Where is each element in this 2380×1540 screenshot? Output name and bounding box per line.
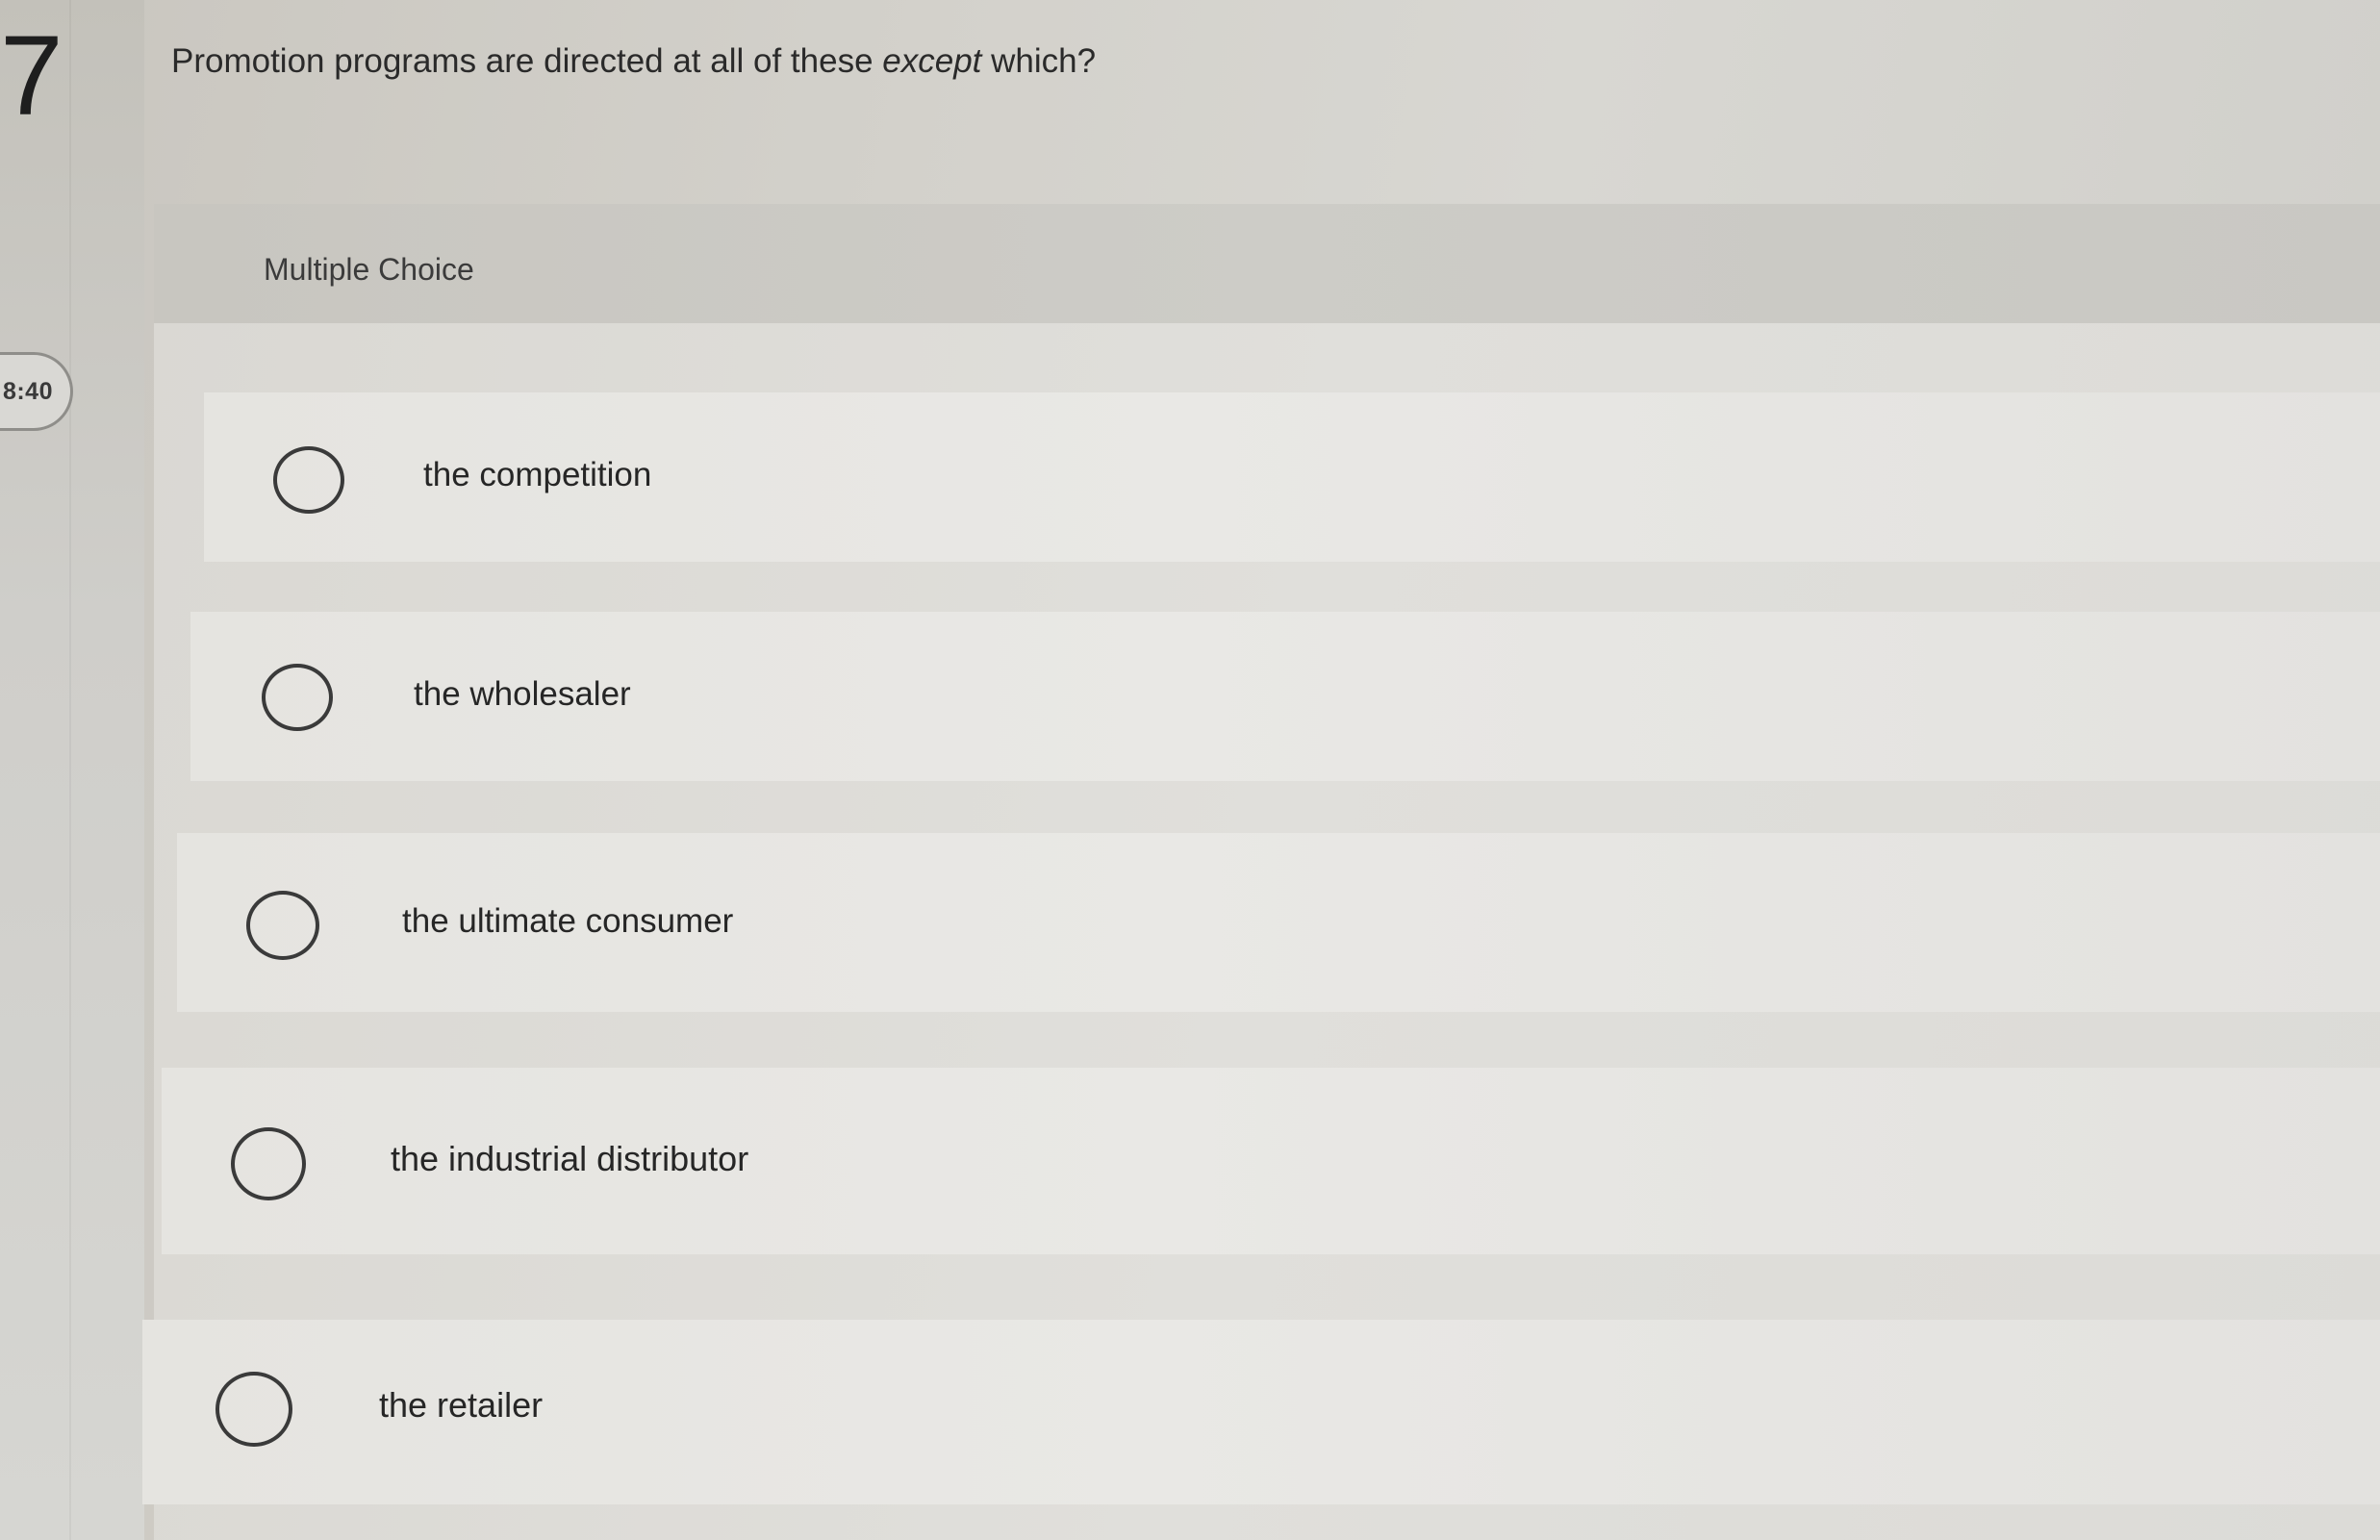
question-text-before: Promotion programs are directed at all o… (171, 42, 874, 80)
answer-option-label: the retailer (379, 1385, 544, 1425)
answer-option-label: the ultimate consumer (402, 902, 734, 940)
answer-option-retailer[interactable]: the retailer (142, 1320, 2380, 1504)
answer-option-industrial-distributor[interactable]: the industrial distributor (162, 1068, 2380, 1254)
answer-option-label: the competition (423, 456, 652, 493)
radio-button[interactable] (262, 664, 333, 731)
question-text-after: which? (991, 42, 1097, 80)
timer-value: 8:40 (2, 377, 53, 405)
answer-option-label: the wholesaler (414, 675, 631, 713)
question-number: 7 (0, 13, 63, 139)
choice-header (154, 204, 2380, 323)
answer-option-ultimate-consumer[interactable]: the ultimate consumer (177, 833, 2380, 1012)
radio-button[interactable] (231, 1127, 306, 1200)
question-text: Promotion programs are directed at all o… (171, 42, 1096, 81)
radio-button[interactable] (215, 1372, 292, 1447)
answer-option-competition[interactable]: the competition (204, 392, 2380, 562)
question-text-emphasis: except (882, 42, 982, 80)
radio-button[interactable] (246, 891, 319, 960)
choice-type-label: Multiple Choice (264, 252, 474, 287)
answer-option-label: the industrial distributor (391, 1139, 749, 1178)
radio-button[interactable] (273, 446, 344, 514)
left-gutter (0, 0, 144, 1540)
answer-option-wholesaler[interactable]: the wholesaler (190, 612, 2380, 781)
left-divider (69, 0, 71, 1540)
